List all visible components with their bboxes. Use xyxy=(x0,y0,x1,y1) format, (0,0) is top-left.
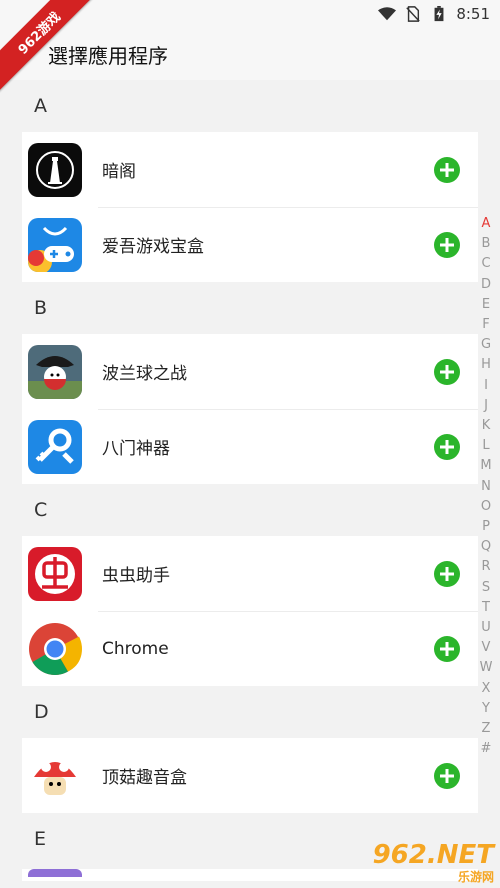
index-letter[interactable]: # xyxy=(481,739,492,759)
app-list: A 暗阁 爱吾游戏宝盒 B 波兰球之战 八门神器 C 虫虫助手 Chrome D… xyxy=(0,80,500,881)
section-group-b: 波兰球之战 八门神器 xyxy=(22,334,478,484)
index-letter[interactable]: U xyxy=(481,618,491,638)
app-row[interactable]: 爱吾游戏宝盒 xyxy=(22,207,478,282)
lighthouse-icon xyxy=(28,142,82,197)
index-letter[interactable]: B xyxy=(482,234,491,254)
status-time: 8:51 xyxy=(456,5,490,23)
app-name: 暗阁 xyxy=(102,162,136,182)
page-title: 選擇應用程序 xyxy=(48,43,168,68)
footer-watermark: 962.NET 乐游网 xyxy=(364,840,494,884)
index-letter[interactable]: M xyxy=(480,456,491,476)
app-name: 八门神器 xyxy=(102,439,170,459)
index-letter[interactable]: P xyxy=(482,517,490,537)
index-letter[interactable]: Q xyxy=(481,537,491,557)
index-letter[interactable]: X xyxy=(482,679,491,699)
section-group-d: 顶菇趣音盒 xyxy=(22,738,478,813)
app-row[interactable]: 虫虫助手 xyxy=(22,536,478,611)
index-letter[interactable]: R xyxy=(481,557,490,577)
app-header: ← 選擇應用程序 xyxy=(0,28,500,80)
add-button[interactable] xyxy=(434,231,460,258)
wifi-icon xyxy=(378,7,397,21)
chrome-icon xyxy=(28,622,82,676)
app-row[interactable]: 八门神器 xyxy=(22,409,478,484)
gamepad-icon xyxy=(28,217,82,272)
index-letter[interactable]: A xyxy=(482,214,491,234)
index-letter[interactable]: F xyxy=(482,315,489,335)
index-letter[interactable]: Y xyxy=(482,699,490,719)
index-letter[interactable]: C xyxy=(481,254,490,274)
add-button[interactable] xyxy=(434,560,460,587)
app-name: Chrome xyxy=(102,638,169,659)
watermark-brand: 962.NET xyxy=(372,840,494,870)
add-button[interactable] xyxy=(434,358,460,385)
index-letter[interactable]: T xyxy=(482,598,490,618)
index-letter[interactable]: D xyxy=(481,275,491,295)
key-wrench-icon xyxy=(28,419,82,474)
add-button[interactable] xyxy=(434,762,460,789)
index-letter[interactable]: I xyxy=(484,376,488,396)
section-group-a: 暗阁 爱吾游戏宝盒 xyxy=(22,132,478,282)
index-letter[interactable]: W xyxy=(480,658,493,678)
section-group-c: 虫虫助手 Chrome xyxy=(22,536,478,686)
index-letter[interactable]: V xyxy=(482,638,491,658)
index-letter[interactable]: E xyxy=(482,295,490,315)
app-name: 爱吾游戏宝盒 xyxy=(102,237,204,257)
battery-charging-icon xyxy=(434,6,444,22)
section-header-a: A xyxy=(34,95,47,117)
app-row[interactable]: 顶菇趣音盒 xyxy=(22,738,478,813)
section-header-c: C xyxy=(34,499,48,521)
index-letter[interactable]: J xyxy=(484,396,488,416)
add-button[interactable] xyxy=(434,433,460,460)
section-header-d: D xyxy=(34,701,49,723)
app-row[interactable]: 波兰球之战 xyxy=(22,334,478,409)
polandball-icon xyxy=(28,344,82,399)
app-name: 顶菇趣音盒 xyxy=(102,768,187,788)
app-name: 波兰球之战 xyxy=(102,364,187,384)
index-letter[interactable]: H xyxy=(481,355,491,375)
index-letter[interactable]: N xyxy=(481,477,491,497)
alphabet-index-bar[interactable]: A B C D E F G H I J K L M N O P Q R S T U V W X Y Z # xyxy=(478,214,494,759)
index-letter[interactable]: K xyxy=(482,416,491,436)
add-button[interactable] xyxy=(434,156,460,183)
watermark-sub: 乐游网 xyxy=(457,870,494,884)
no-sim-icon xyxy=(406,6,421,22)
index-letter[interactable]: G xyxy=(481,335,491,355)
mushroom-icon xyxy=(28,748,82,803)
index-letter[interactable]: L xyxy=(482,436,489,456)
chongchong-icon xyxy=(28,546,82,601)
index-letter[interactable]: S xyxy=(482,578,490,598)
app-row[interactable]: 暗阁 xyxy=(22,132,478,207)
section-header-b: B xyxy=(34,297,48,319)
index-letter[interactable]: O xyxy=(481,497,491,517)
app-row[interactable]: Chrome xyxy=(22,611,478,686)
index-letter[interactable]: Z xyxy=(482,719,491,739)
partial-app-icon xyxy=(28,869,82,877)
app-name: 虫虫助手 xyxy=(102,566,170,586)
add-button[interactable] xyxy=(434,635,460,662)
